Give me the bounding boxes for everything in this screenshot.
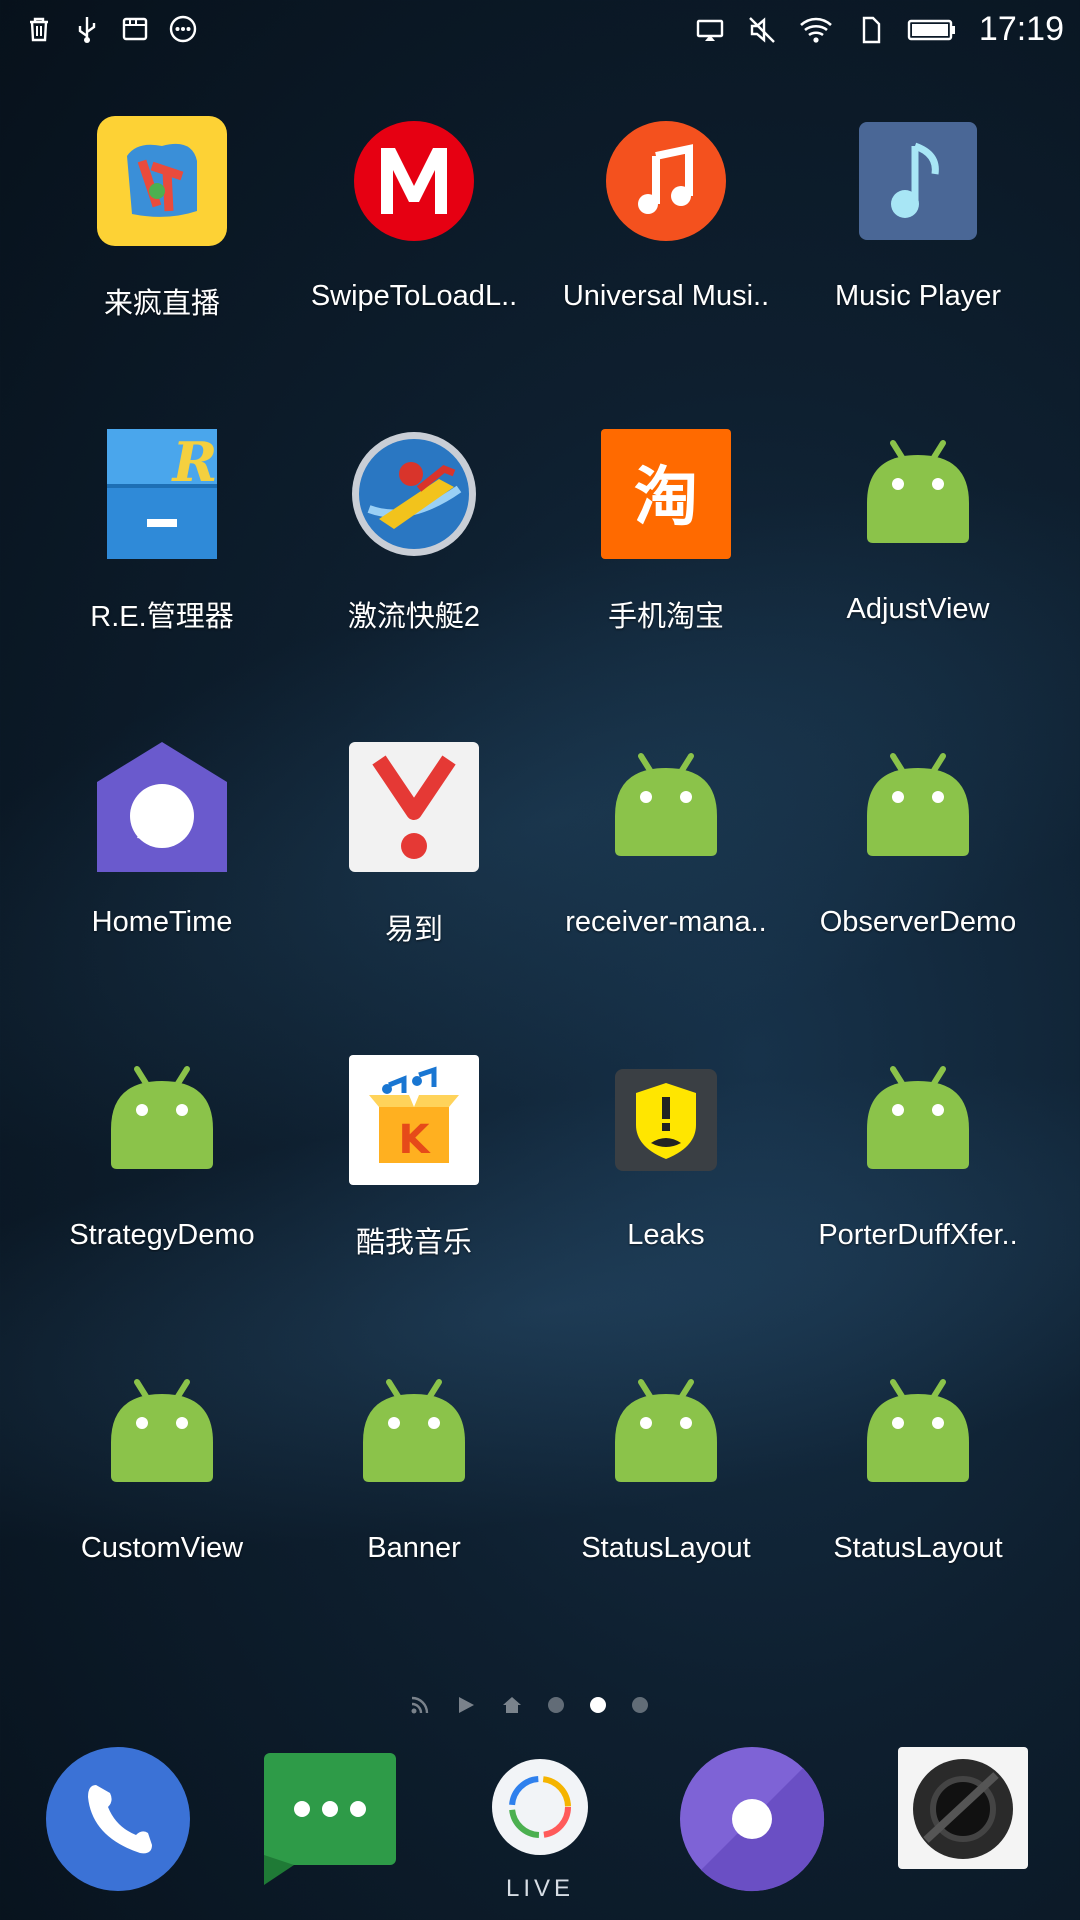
app-yidao[interactable]: 易到 (288, 726, 540, 956)
m-icon (354, 121, 474, 241)
wifi-icon (800, 17, 832, 43)
dock-live[interactable]: LIVE (466, 1745, 614, 1902)
app-label: R.E.管理器 (90, 601, 234, 633)
camera-icon (898, 1747, 1028, 1869)
jetski-icon (352, 432, 476, 556)
laifeng-icon (97, 116, 227, 246)
app-label: HomeTime (91, 906, 233, 938)
sim-icon (862, 16, 881, 43)
taobao-icon: 淘 (601, 429, 731, 559)
app-label: receiver-mana.. (565, 906, 767, 938)
dock-phone[interactable] (44, 1745, 192, 1893)
android-icon (111, 1379, 213, 1482)
app-statuslayout[interactable]: StatusLayout (540, 1352, 792, 1582)
app-label: StrategyDemo (69, 1219, 255, 1251)
android-icon (615, 753, 717, 856)
app-banner[interactable]: Banner (288, 1352, 540, 1582)
app-label: 易到 (384, 914, 443, 946)
kuwo-icon: K (349, 1055, 479, 1185)
app-re-manager[interactable]: R R.E.管理器 (36, 413, 288, 643)
android-icon (615, 1379, 717, 1482)
android-icon (363, 1379, 465, 1482)
app-label: 来疯直播 (103, 288, 220, 320)
home-icon[interactable] (502, 1695, 522, 1715)
android-icon (867, 440, 969, 543)
mute-icon (749, 16, 775, 43)
app-jetski[interactable]: 激流快艇2 (288, 413, 540, 643)
hometime-icon (97, 742, 227, 872)
app-label: ObserverDemo (819, 906, 1017, 938)
app-universal-music[interactable]: Universal Musi.. (540, 100, 792, 330)
android-icon (111, 1066, 213, 1169)
sd-card-icon (122, 17, 148, 41)
more-dots-icon (169, 15, 197, 43)
phone-icon (46, 1747, 190, 1891)
app-kuwo[interactable]: K 酷我音乐 (288, 1039, 540, 1269)
app-observerdemo[interactable]: ObserverDemo (792, 726, 1044, 956)
leaks-icon (615, 1069, 717, 1171)
app-label: Banner (367, 1532, 461, 1564)
page-dot[interactable] (632, 1697, 648, 1713)
feed-icon[interactable] (410, 1695, 430, 1715)
page-dot-active[interactable] (590, 1697, 606, 1713)
app-swipetoload[interactable]: SwipeToLoadL.. (288, 100, 540, 330)
play-icon[interactable] (456, 1695, 476, 1715)
battery-icon (907, 19, 955, 40)
dock-messages[interactable] (262, 1745, 410, 1893)
app-label: PorterDuffXfer.. (818, 1219, 1018, 1251)
app-label: AdjustView (846, 593, 990, 625)
android-icon (867, 1379, 969, 1482)
file-cabinet-icon: R (107, 429, 218, 559)
svg-text:K: K (399, 1117, 432, 1163)
cast-icon (696, 19, 724, 41)
app-statuslayout[interactable]: StatusLayout (792, 1352, 1044, 1582)
dock-camera[interactable] (896, 1745, 1044, 1893)
app-label: SwipeToLoadL.. (310, 280, 518, 312)
dock-music[interactable] (678, 1745, 826, 1893)
app-label: Leaks (627, 1219, 705, 1251)
app-label: Universal Musi.. (562, 280, 770, 312)
status-bar: 17:19 (0, 0, 1080, 62)
app-porterduff[interactable]: PorterDuffXfer.. (792, 1039, 1044, 1269)
yidao-icon (349, 742, 479, 872)
app-music-player[interactable]: Music Player (792, 100, 1044, 330)
app-label: Music Player (835, 280, 1001, 312)
svg-text:淘: 淘 (634, 461, 698, 535)
live-label: LIVE (505, 1875, 575, 1902)
app-label: 酷我音乐 (355, 1227, 472, 1259)
page-indicator[interactable] (410, 1695, 648, 1715)
app-label: 手机淘宝 (607, 601, 724, 633)
android-icon (867, 1066, 969, 1169)
live-icon (492, 1759, 588, 1855)
app-adjustview[interactable]: AdjustView (792, 413, 1044, 643)
app-label: CustomView (80, 1532, 244, 1564)
app-receiver-manager[interactable]: receiver-mana.. (540, 726, 792, 956)
app-laifeng[interactable]: 来疯直播 (36, 100, 288, 330)
clock: 17:19 (978, 10, 1064, 48)
android-icon (867, 753, 969, 856)
app-taobao[interactable]: 淘 手机淘宝 (540, 413, 792, 643)
app-leaks[interactable]: Leaks (540, 1039, 792, 1269)
disc-icon (680, 1747, 825, 1892)
app-hometime[interactable]: HomeTime (36, 726, 288, 956)
music-note-icon (606, 121, 726, 241)
app-label: StatusLayout (581, 1532, 751, 1564)
app-customview[interactable]: CustomView (36, 1352, 288, 1582)
messages-icon (264, 1753, 396, 1885)
trash-icon (30, 17, 48, 42)
page-dot[interactable] (548, 1697, 564, 1713)
usb-icon (78, 17, 96, 43)
app-label: 激流快艇2 (347, 601, 481, 633)
music-player-icon (859, 122, 977, 240)
app-strategydemo[interactable]: StrategyDemo (36, 1039, 288, 1269)
svg-text:R: R (171, 430, 218, 494)
app-label: StatusLayout (833, 1532, 1003, 1564)
